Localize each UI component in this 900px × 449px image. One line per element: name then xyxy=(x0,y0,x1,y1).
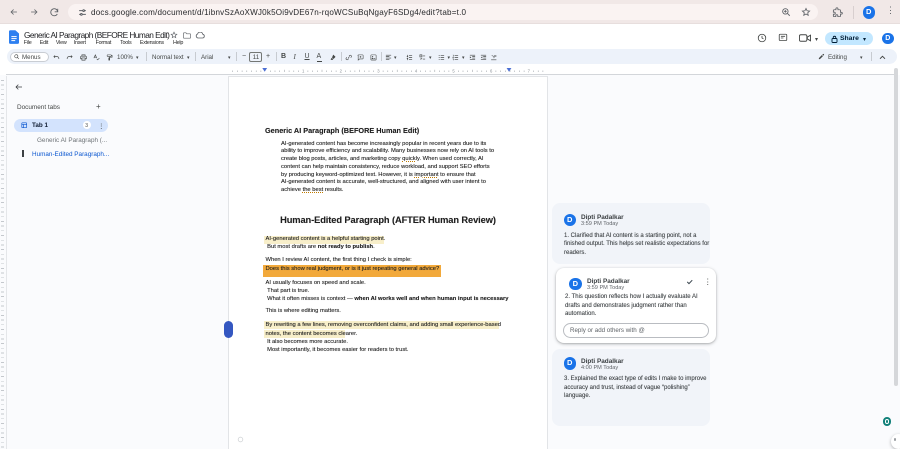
svg-text:3: 3 xyxy=(377,69,380,74)
svg-text:1: 1 xyxy=(302,69,305,74)
svg-text:5: 5 xyxy=(452,69,455,74)
svg-text:4: 4 xyxy=(415,69,418,74)
svg-text:2: 2 xyxy=(340,69,343,74)
svg-text:7: 7 xyxy=(528,69,531,74)
svg-text:6: 6 xyxy=(490,69,493,74)
